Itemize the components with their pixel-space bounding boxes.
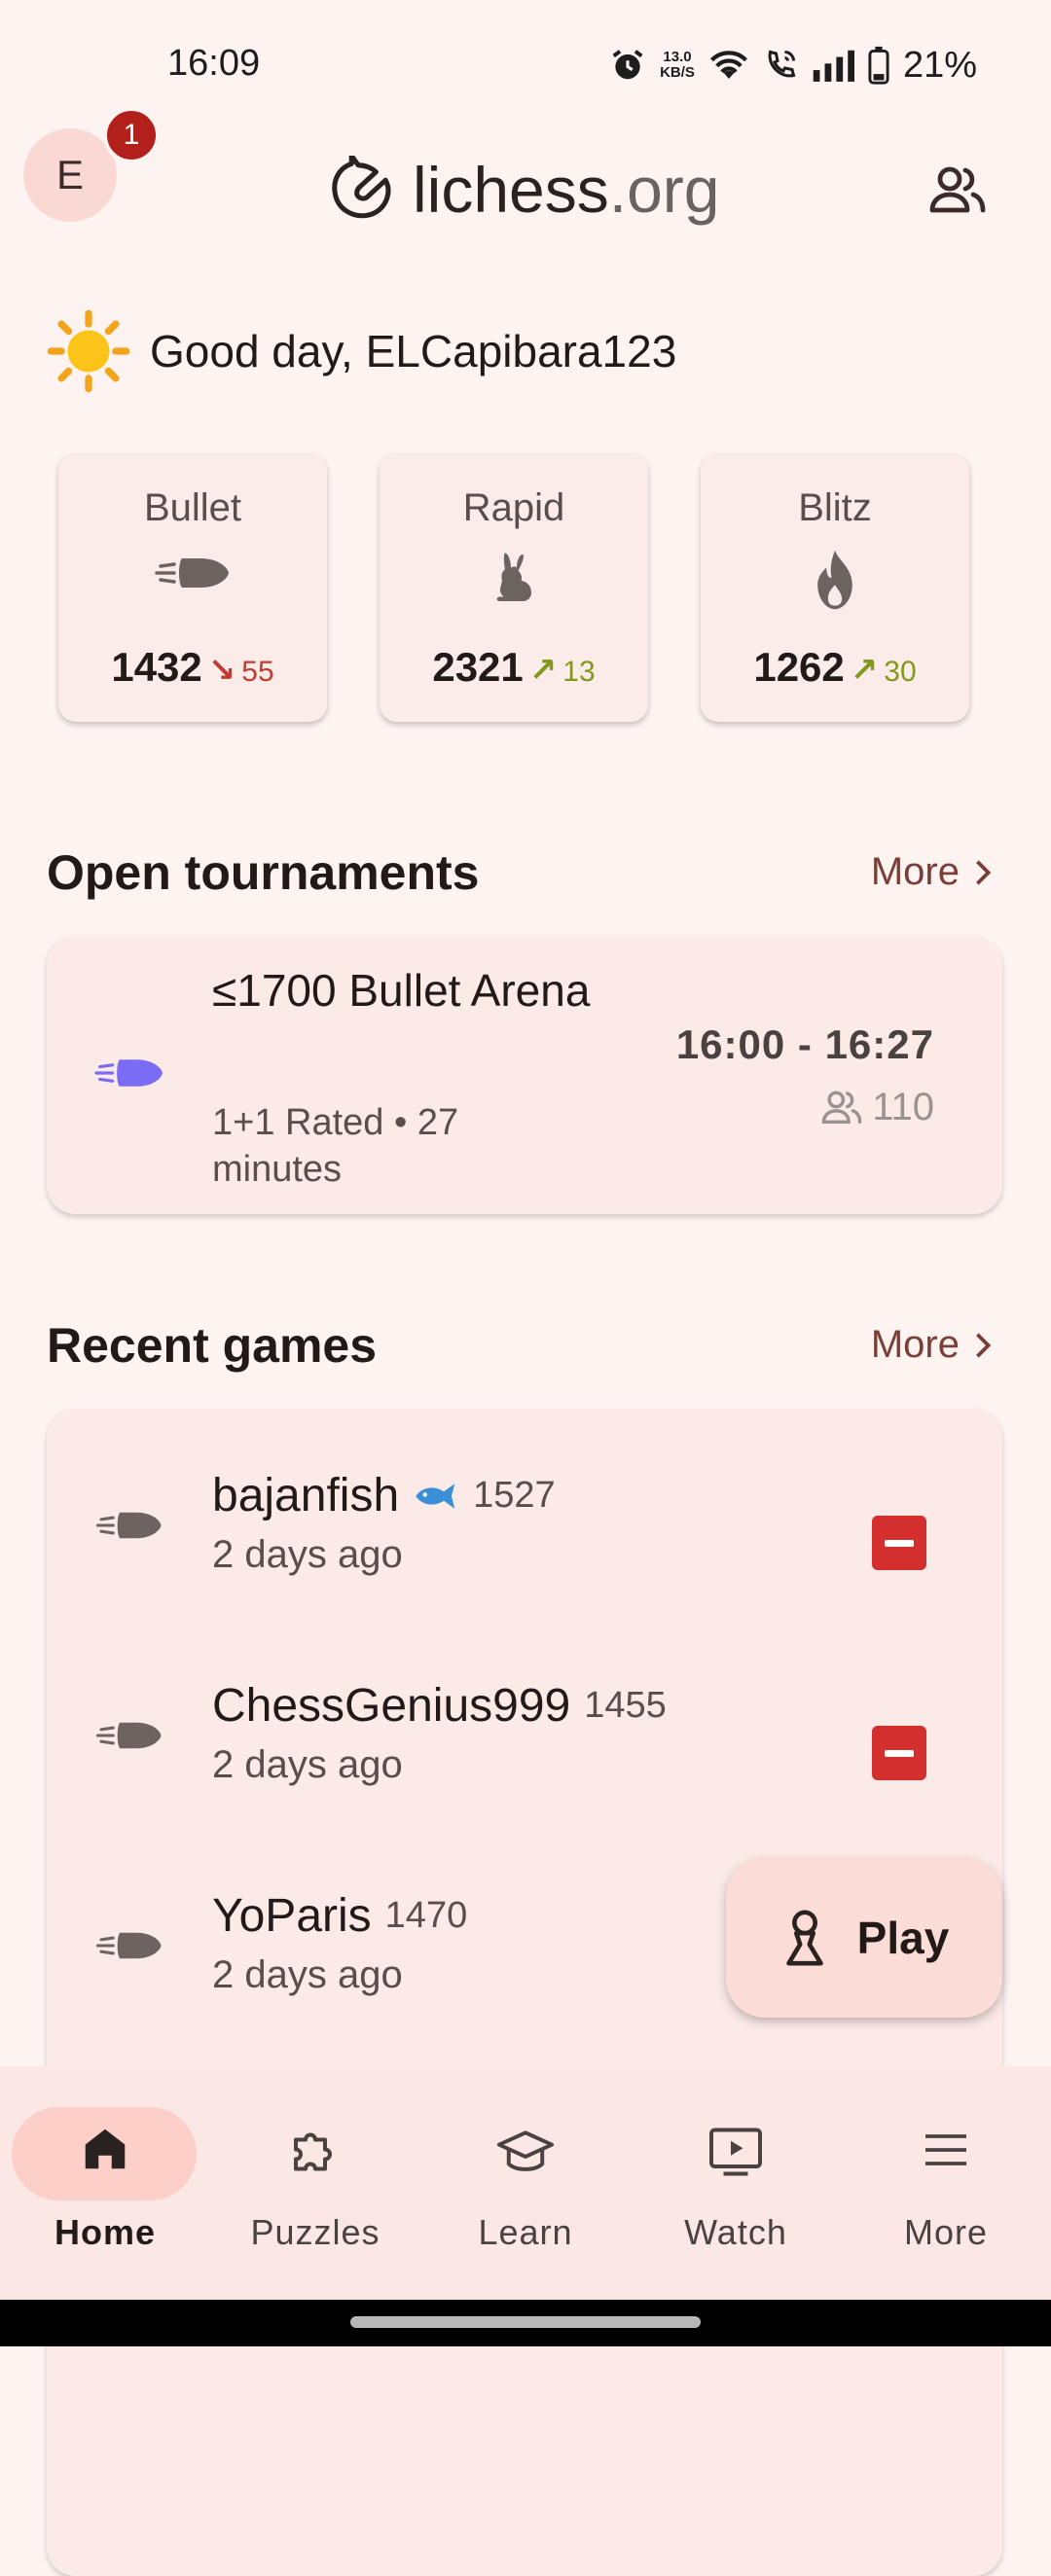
opponent-rating: 1470 <box>384 1895 468 1936</box>
players-icon <box>821 1091 862 1124</box>
nav-watch[interactable]: Watch <box>631 2066 841 2300</box>
trend-up-icon: ↗ <box>528 652 558 689</box>
menu-icon <box>925 2134 966 2165</box>
wifi-icon <box>709 51 747 79</box>
nav-label: Watch <box>684 2212 787 2252</box>
rating-delta: 30 <box>884 656 917 688</box>
battery-percent: 21% <box>902 44 977 86</box>
game-row[interactable]: bajanfish 1527 2 days ago <box>47 1436 1002 1646</box>
rating-card-name: Rapid <box>462 486 565 529</box>
opponent-name: bajanfish <box>212 1470 400 1521</box>
trend-up-icon: ↗ <box>850 652 879 689</box>
status-bar: 16:09 13.0 KB/S 21% <box>0 0 1051 126</box>
home-icon <box>85 2129 126 2169</box>
opponent-rating: 1527 <box>473 1475 556 1516</box>
notification-badge: 1 <box>103 107 160 163</box>
greeting-text: Good day, ELCapibara123 <box>150 326 677 376</box>
avatar-letter: E <box>55 152 84 197</box>
knight-logo-icon <box>332 156 391 219</box>
fish-icon <box>416 1483 455 1509</box>
more-label: More <box>870 1323 960 1366</box>
battery-icon <box>868 46 889 85</box>
trend-down-icon: ↘ <box>207 652 236 689</box>
home-gesture-handle[interactable] <box>350 2316 701 2328</box>
nav-learn[interactable]: Learn <box>420 2066 631 2300</box>
loss-icon <box>872 1516 926 1570</box>
players-count: 110 <box>872 1086 934 1128</box>
tournament-players: 110 <box>819 1086 934 1129</box>
rating-card-rapid[interactable]: Rapid 2321 ↗ 13 <box>380 453 648 722</box>
nav-label: Learn <box>478 2212 573 2252</box>
game-row[interactable]: ChessGenius999 1455 2 days ago <box>47 1646 1002 1856</box>
nav-puzzles[interactable]: Puzzles <box>210 2066 420 2300</box>
nav-label: More <box>903 2212 989 2252</box>
logo-text: lichess.org <box>413 153 719 227</box>
rating-card-name: Bullet <box>143 486 242 529</box>
puzzle-icon <box>294 2132 332 2171</box>
tv-icon <box>709 2128 762 2176</box>
bottom-nav: Home Puzzles Learn Watch More <box>0 2066 1051 2300</box>
rating-card-blitz[interactable]: Blitz 1262 ↗ 30 <box>701 453 969 722</box>
tournament-time: 16:00 - 16:27 <box>675 1021 934 1067</box>
game-time: 2 days ago <box>212 1953 403 1996</box>
opponent-rating: 1455 <box>584 1685 667 1726</box>
flame-icon <box>817 550 852 610</box>
play-label: Play <box>856 1913 950 1963</box>
rating-card-bullet[interactable]: Bullet 1432 ↘ 55 <box>58 453 327 722</box>
tournament-details: 1+1 Rated • 27 minutes <box>212 1102 459 1190</box>
alarm-icon <box>612 50 643 80</box>
avatar[interactable]: E <box>23 128 117 222</box>
rating-value: 2321 <box>432 644 524 690</box>
rating-delta: 13 <box>562 656 596 688</box>
chevron-right-icon <box>976 1332 992 1358</box>
logo-main: lichess <box>413 154 609 226</box>
opponent-name: ChessGenius999 <box>212 1680 571 1732</box>
loss-icon <box>872 1726 926 1780</box>
rating-value: 1262 <box>753 644 845 690</box>
tournament-name: ≤1700 Bullet Arena <box>212 965 591 1016</box>
status-icons: 13.0 KB/S 21% <box>609 43 977 88</box>
chevron-right-icon <box>976 859 992 885</box>
play-button[interactable]: Play <box>726 1858 1002 2018</box>
nav-label: Puzzles <box>250 2212 381 2252</box>
game-time: 2 days ago <box>212 1533 403 1576</box>
nav-home[interactable]: Home <box>0 2066 210 2300</box>
rating-delta: 55 <box>241 656 274 688</box>
nav-label: Home <box>54 2212 157 2252</box>
nav-more[interactable]: More <box>841 2066 1051 2300</box>
rating-value: 1432 <box>111 644 202 690</box>
net-speed: 13.0 KB/S <box>660 50 695 81</box>
bullet-icon <box>95 1722 162 1749</box>
lichess-logo: lichess.org <box>327 146 719 233</box>
bullet-icon <box>95 1512 162 1539</box>
opponent-name: YoParis <box>212 1890 372 1942</box>
net-speed-value: 13.0 <box>663 49 692 65</box>
rating-card-name: Blitz <box>798 486 872 529</box>
net-speed-unit: KB/S <box>660 64 695 81</box>
bullet-icon <box>155 558 229 588</box>
pawn-icon <box>785 1910 823 1966</box>
sun-icon <box>47 309 130 393</box>
recent-games-title: Recent games <box>47 1318 378 1373</box>
graduation-cap-icon <box>496 2130 555 2171</box>
friends-icon[interactable] <box>928 163 987 218</box>
more-label: More <box>870 850 960 893</box>
game-time: 2 days ago <box>212 1743 403 1786</box>
rabbit-icon <box>496 553 531 601</box>
call-icon <box>768 50 796 78</box>
status-time: 16:09 <box>167 43 261 84</box>
recent-games-more-link[interactable]: More <box>871 1323 993 1367</box>
bullet-icon <box>94 1059 163 1087</box>
signal-icon <box>813 50 854 82</box>
bullet-icon <box>95 1932 162 1959</box>
greeting: Good day, ELCapibara123 <box>47 309 676 393</box>
tournaments-more-link[interactable]: More <box>871 850 993 894</box>
tournaments-title: Open tournaments <box>47 845 480 900</box>
logo-suffix: .org <box>608 154 720 226</box>
